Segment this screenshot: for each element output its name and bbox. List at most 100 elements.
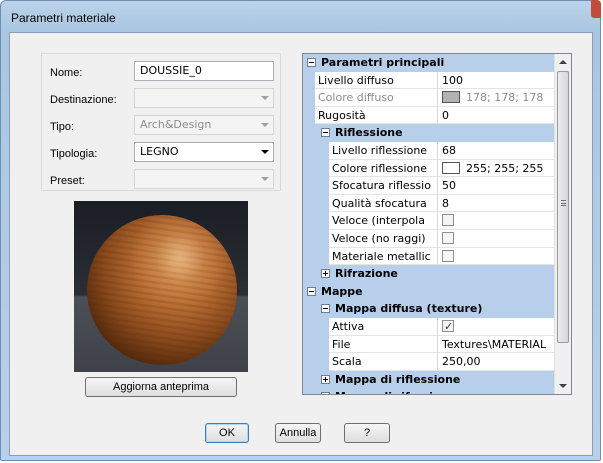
grid-property-row[interactable]: File Textures\MATERIAL (303, 335, 555, 354)
row-gutter (303, 89, 315, 107)
property-grid: Parametri principali Livello diffuso 100 Co… (302, 53, 572, 395)
grid-category-label: Mappa diffusa (texture) (335, 302, 483, 316)
property-value[interactable]: Textures\MATERIAL (438, 336, 555, 354)
property-value-text: 250,00 (442, 355, 481, 369)
row-gutter (303, 212, 329, 230)
property-value-text: 255; 255; 255 (466, 161, 544, 175)
property-value[interactable] (438, 318, 555, 336)
grid-category-label: Mappa di rifrazione (335, 388, 456, 394)
category-value: LEGNO (140, 145, 179, 158)
property-value[interactable] (438, 248, 555, 266)
material-preview (74, 201, 248, 372)
grid-property-row[interactable]: Colore diffuso 178; 178; 178 (303, 89, 555, 107)
grid-category-row[interactable]: Mappa di rifrazione (303, 388, 555, 394)
property-name: Colore diffuso (315, 89, 438, 107)
property-value[interactable]: 250,00 (438, 353, 555, 371)
scroll-down-icon[interactable] (559, 384, 567, 388)
title-bar[interactable]: Parametri materiale (1, 0, 601, 33)
grid-property-row[interactable]: Materiale metallic (303, 247, 555, 266)
preset-dropdown[interactable] (134, 169, 274, 189)
row-gutter (303, 177, 329, 195)
property-value-text: 178; 178; 178 (466, 91, 544, 105)
property-value[interactable]: 100 (438, 72, 555, 90)
grid-property-row[interactable]: Rugosità 0 (303, 106, 555, 125)
property-value-text: Textures\MATERIAL (442, 337, 547, 351)
vertical-scrollbar[interactable] (554, 54, 571, 394)
property-checkbox[interactable] (442, 231, 454, 244)
scroll-up-icon[interactable] (559, 60, 567, 64)
property-checkbox[interactable] (442, 214, 454, 227)
property-value-text: 68 (442, 143, 456, 157)
grid-category-row[interactable]: Mappa diffusa (texture) (303, 300, 555, 318)
grid-category-row[interactable]: Mappa di riflessione (303, 370, 555, 389)
name-input[interactable]: DOUSSIE_0 (134, 61, 274, 81)
close-button[interactable] (591, 0, 601, 18)
row-gutter (303, 247, 329, 266)
type-value: Arch&Design (140, 118, 212, 131)
grid-property-row[interactable]: Veloce (interpola (303, 212, 555, 230)
name-value: DOUSSIE_0 (140, 64, 202, 77)
category-label: Tipologia: (50, 148, 98, 160)
collapse-icon[interactable] (321, 304, 330, 314)
collapse-icon[interactable] (321, 128, 330, 138)
category-dropdown[interactable]: LEGNO (134, 142, 274, 162)
chevron-down-icon (261, 150, 269, 154)
property-value[interactable]: 255; 255; 255 (438, 160, 555, 178)
name-label: Nome: (50, 67, 83, 79)
help-button[interactable]: ? (344, 423, 390, 443)
collapse-icon[interactable] (307, 286, 316, 296)
property-grid-rows: Parametri principali Livello diffuso 100 Co… (303, 54, 555, 394)
grid-category-label: Parametri principali (321, 56, 445, 69)
row-gutter (303, 229, 329, 248)
property-name: Veloce (interpola (329, 212, 438, 230)
scrollbar-thumb[interactable] (557, 71, 569, 343)
grid-property-row[interactable]: Veloce (no raggi) (303, 229, 555, 248)
grid-property-row[interactable]: Scala 250,00 (303, 353, 555, 371)
property-value[interactable]: 178; 178; 178 (438, 89, 555, 107)
property-value[interactable]: 0 (438, 107, 555, 125)
preview-sphere (87, 215, 237, 365)
grid-category-row[interactable]: Riflessione (303, 124, 555, 142)
update-preview-button[interactable]: Aggiorna anteprima (85, 377, 237, 397)
collapse-icon[interactable] (307, 58, 316, 67)
row-gutter (303, 106, 315, 125)
grid-category-row[interactable]: Rifrazione (303, 265, 555, 283)
color-swatch[interactable] (442, 161, 460, 174)
expand-icon[interactable] (321, 269, 330, 279)
grid-category-row[interactable]: Mappe (303, 282, 555, 301)
chevron-down-icon (261, 123, 269, 127)
grid-property-row[interactable]: Attiva (303, 317, 555, 336)
property-value[interactable] (438, 230, 555, 248)
property-checkbox[interactable] (442, 249, 454, 262)
cancel-button[interactable]: Annulla (275, 423, 321, 443)
property-name: Veloce (no raggi) (329, 229, 438, 248)
destination-dropdown[interactable] (134, 88, 274, 108)
property-value[interactable]: 50 (438, 177, 555, 195)
grid-property-row[interactable]: Sfocatura riflessio 50 (303, 177, 555, 195)
property-value[interactable]: 8 (438, 195, 555, 213)
material-info-panel: Nome: DOUSSIE_0 Destinazione: Tipo: Arch… (41, 53, 281, 191)
property-name: Rugosità (315, 106, 438, 125)
preset-label: Preset: (50, 175, 85, 187)
property-name: Qualità sfocatura (329, 194, 438, 213)
row-gutter (303, 194, 329, 213)
ok-button[interactable]: OK (205, 423, 249, 443)
property-name: Colore riflessione (329, 159, 438, 178)
expand-icon[interactable] (321, 374, 330, 384)
type-dropdown[interactable]: Arch&Design (134, 115, 274, 135)
grid-property-row[interactable]: Qualità sfocatura 8 (303, 194, 555, 213)
color-swatch[interactable] (442, 91, 460, 104)
property-checkbox[interactable] (442, 318, 454, 335)
property-value[interactable]: 68 (438, 142, 555, 160)
grid-property-row[interactable]: Colore riflessione 255; 255; 255 (303, 159, 555, 178)
row-gutter (303, 71, 315, 90)
grid-category-label: Rifrazione (335, 267, 398, 281)
grid-property-row[interactable]: Livello diffuso 100 (303, 71, 555, 90)
grid-property-row[interactable]: Livello riflessione 68 (303, 141, 555, 160)
property-value-text: 100 (442, 73, 463, 87)
property-value[interactable] (438, 212, 555, 230)
expand-icon[interactable] (321, 392, 330, 394)
grid-category-row[interactable]: Parametri principali (303, 54, 555, 72)
property-name: Materiale metallic (329, 247, 438, 266)
property-value-text: 0 (442, 108, 449, 122)
